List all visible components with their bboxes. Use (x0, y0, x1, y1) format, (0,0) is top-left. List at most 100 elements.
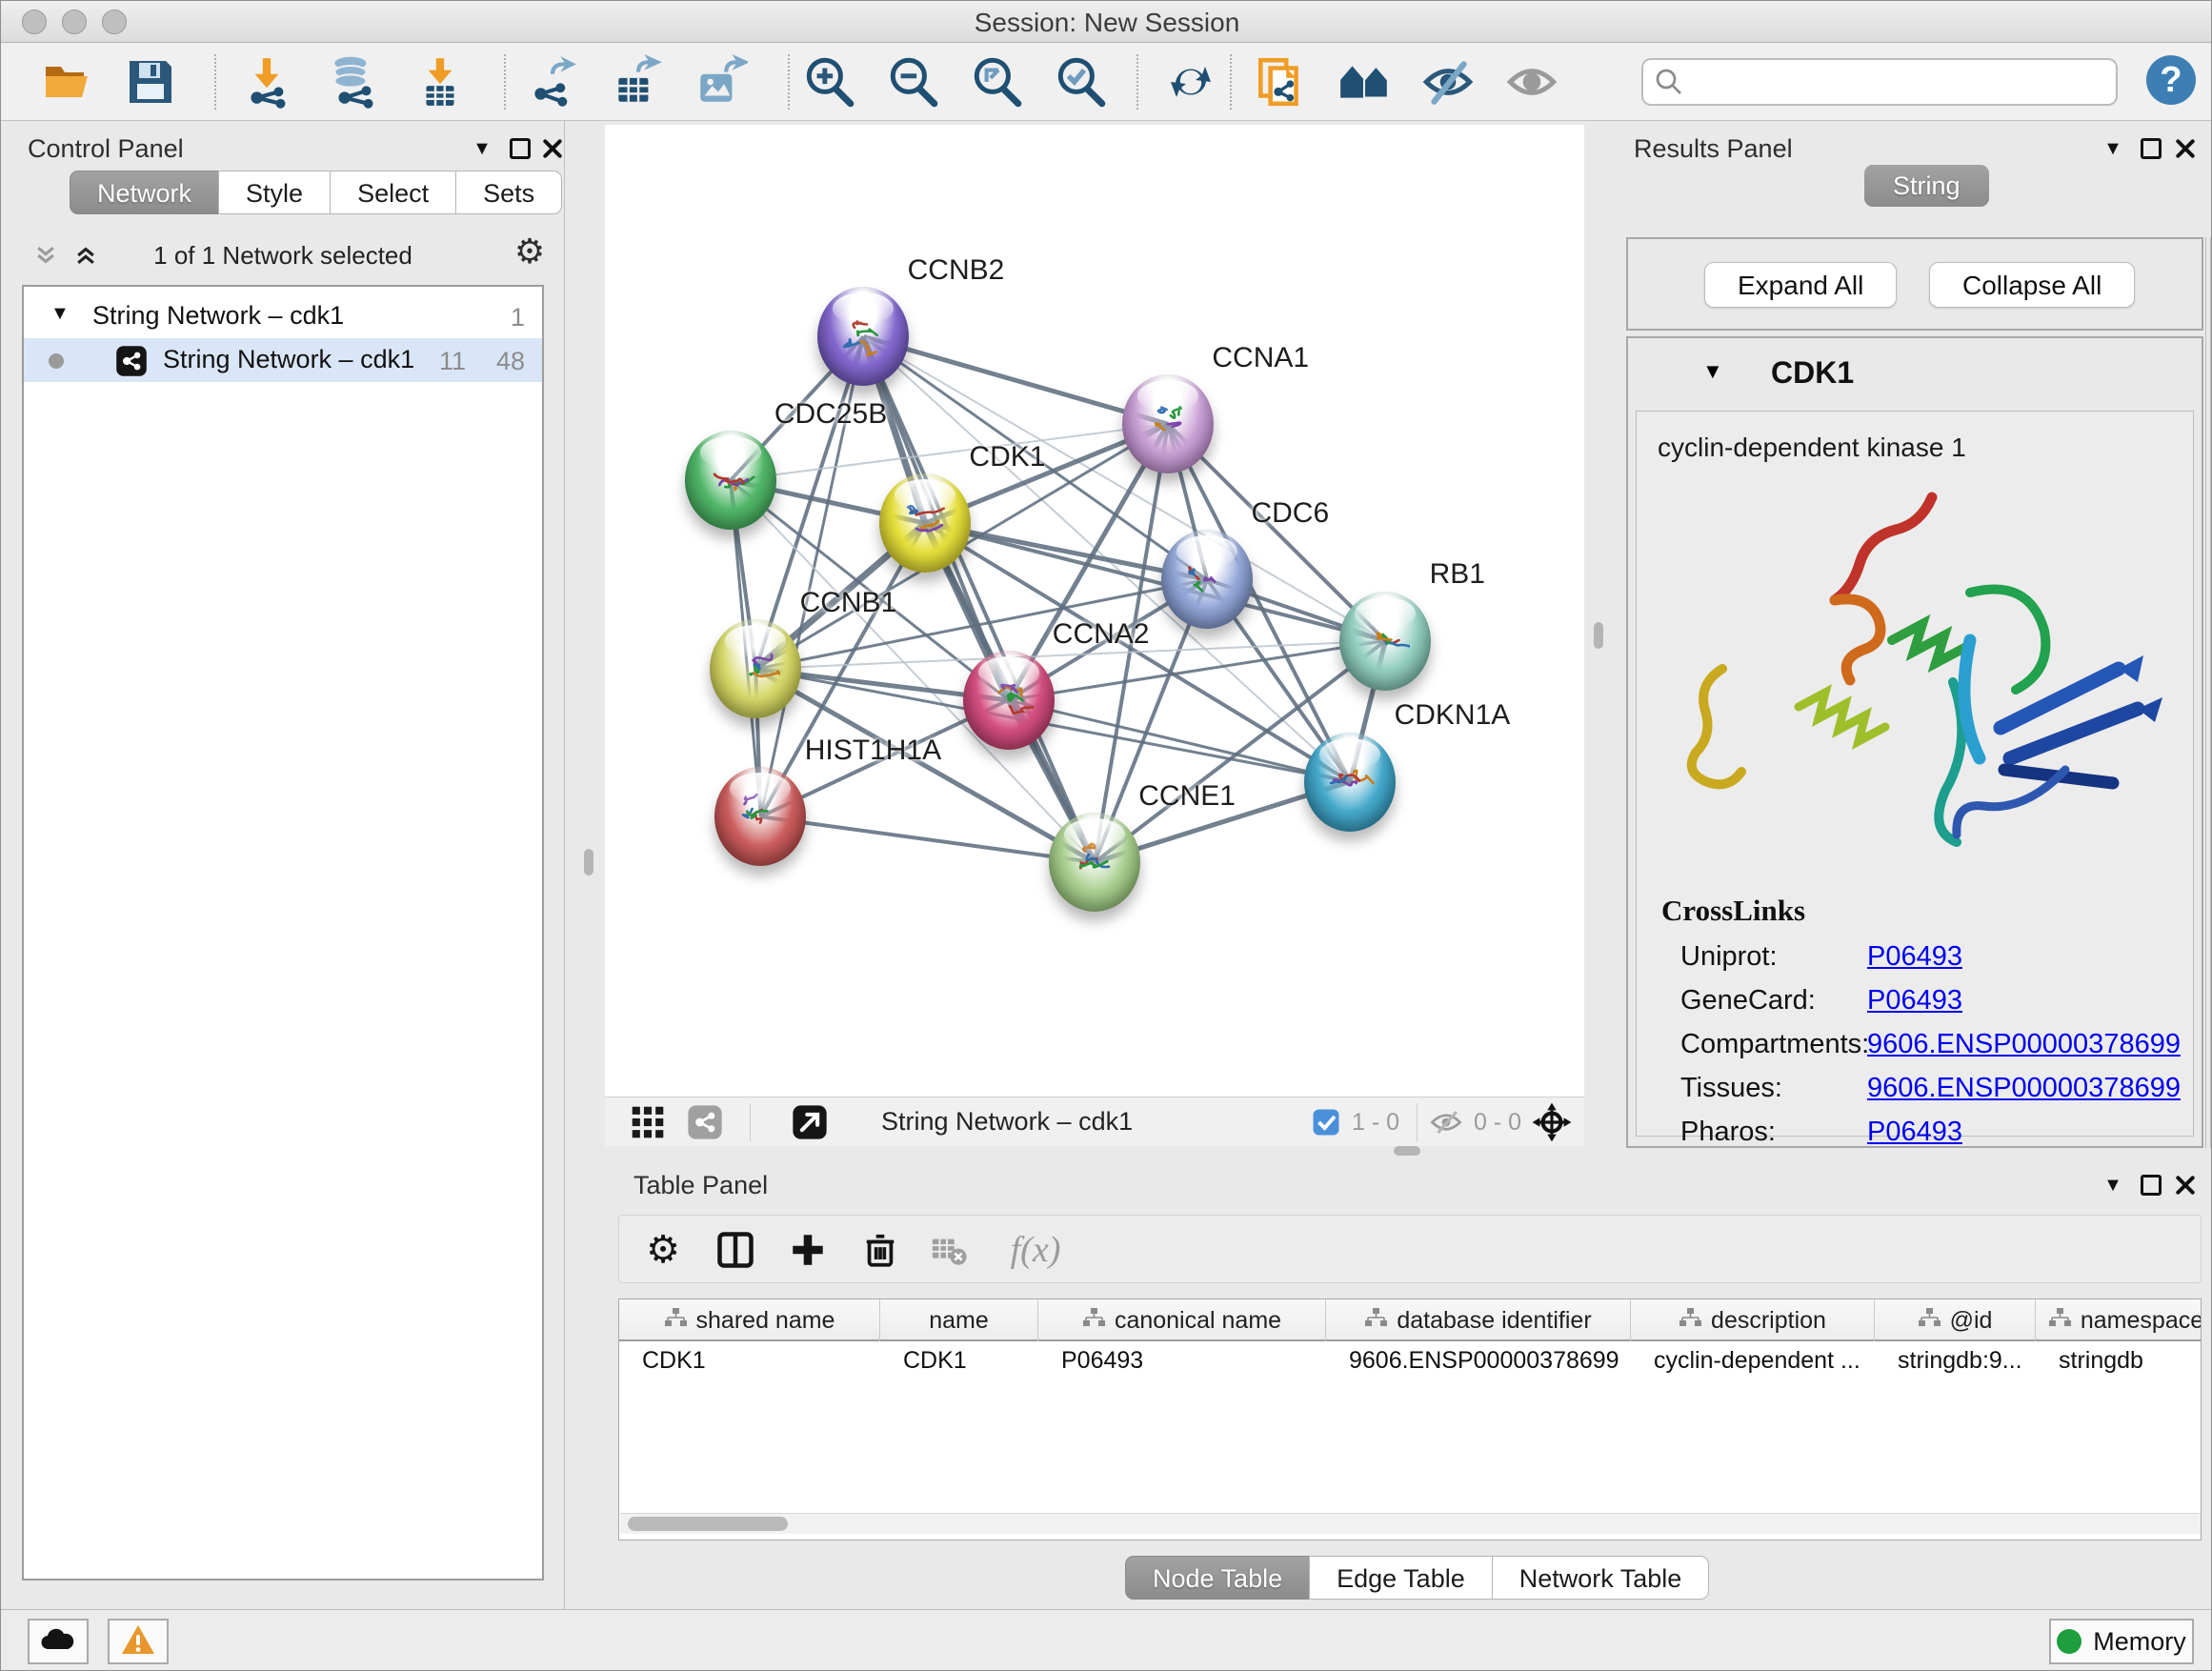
table-options-gear-icon[interactable]: ⚙ (636, 1223, 690, 1277)
selected-checkbox-icon[interactable] (1312, 1108, 1340, 1141)
create-column-plus-icon[interactable] (781, 1223, 835, 1277)
crosslink-link[interactable]: 9606.ENSP00000378699 (1867, 1029, 2181, 1060)
crosslink-link[interactable]: P06493 (1867, 1117, 1962, 1148)
close-panel-icon[interactable] (2169, 1169, 2202, 1201)
network-edge[interactable] (760, 816, 1095, 862)
table-cell[interactable]: stringdb:9... (1875, 1343, 2036, 1381)
network-node-HIST1H1A[interactable] (714, 767, 806, 866)
vertical-splitter-grip[interactable] (584, 849, 593, 876)
network-collection-row[interactable]: ▼ String Network – cdk1 1 (24, 294, 542, 338)
apply-preferred-layout-icon[interactable] (1161, 52, 1220, 111)
export-table-icon[interactable] (607, 52, 666, 111)
crosslink-link[interactable]: P06493 (1867, 941, 1962, 973)
detach-view-icon[interactable] (792, 1104, 828, 1145)
first-neighbors-icon[interactable] (1335, 52, 1394, 111)
table-cell[interactable]: CDK1 (880, 1343, 1038, 1381)
new-network-from-selection-icon[interactable] (1251, 52, 1310, 111)
tab-edge-table[interactable]: Edge Table (1309, 1556, 1493, 1600)
import-network-from-file-icon[interactable] (237, 52, 296, 111)
zoom-fit-icon[interactable] (967, 52, 1026, 111)
tab-node-table[interactable]: Node Table (1125, 1556, 1310, 1600)
tab-style[interactable]: Style (218, 171, 331, 214)
help-icon[interactable]: ? (2146, 55, 2196, 105)
close-panel-icon[interactable] (536, 132, 569, 165)
show-columns-icon[interactable] (709, 1223, 762, 1277)
save-session-icon[interactable] (121, 52, 180, 111)
crosslink-label: GeneCard: (1680, 985, 1816, 1017)
table-cell[interactable]: cyclin-dependent ... (1631, 1343, 1875, 1381)
network-edge[interactable] (863, 336, 1095, 862)
export-network-icon[interactable] (523, 52, 582, 111)
cloud-status-button[interactable] (28, 1619, 89, 1664)
horizontal-scrollbar[interactable] (620, 1513, 2201, 1534)
network-canvas[interactable]: CCNB2CCNA1CDC25BCDK1CDC6RB1CCNB1CCNA2CDK… (605, 125, 1584, 1097)
network-options-gear-icon[interactable]: ⚙ (513, 235, 546, 268)
column-header-database-identifier[interactable]: database identifier (1326, 1299, 1631, 1341)
table-cell[interactable]: 9606.ENSP00000378699 (1326, 1343, 1631, 1381)
network-node-CDK1[interactable] (879, 473, 971, 573)
zoom-out-icon[interactable] (883, 52, 942, 111)
network-node-CCNE1[interactable] (1049, 813, 1140, 912)
import-table-from-file-icon[interactable] (411, 52, 470, 111)
warnings-button[interactable] (108, 1619, 169, 1664)
network-node-CDKN1A[interactable] (1304, 733, 1396, 832)
entry-collapse-icon[interactable]: ▼ (1702, 359, 1723, 384)
network-overview-icon[interactable] (687, 1104, 723, 1145)
close-panel-icon[interactable] (2169, 132, 2202, 165)
tab-network[interactable]: Network (70, 171, 219, 214)
network-row-selected[interactable]: String Network – cdk1 11 48 (24, 338, 542, 382)
open-session-icon[interactable] (37, 52, 96, 111)
network-node-CCNA2[interactable] (963, 651, 1055, 750)
entry-header[interactable]: ▼ CDK1 (1628, 338, 2202, 411)
hidden-eye-icon[interactable] (1430, 1109, 1462, 1140)
float-panel-icon[interactable]: ▼ (466, 132, 498, 165)
table-cell[interactable]: stringdb (2036, 1343, 2202, 1381)
float-panel-icon[interactable]: ▼ (2097, 1169, 2129, 1201)
tab-network-table[interactable]: Network Table (1492, 1556, 1710, 1600)
collapse-all-button[interactable]: Collapse All (1929, 262, 2135, 308)
thumbnail-grid-icon[interactable] (630, 1104, 666, 1145)
collection-expander-icon[interactable]: ▼ (50, 303, 70, 325)
table-cell[interactable]: P06493 (1038, 1343, 1326, 1381)
column-header-@id[interactable]: @id (1875, 1299, 2036, 1341)
maximize-panel-icon[interactable] (2135, 1169, 2167, 1201)
tab-string[interactable]: String (1864, 165, 1989, 207)
column-header-name[interactable]: name (880, 1299, 1038, 1341)
network-node-CDC25B[interactable] (685, 431, 776, 530)
import-network-from-database-icon[interactable] (323, 52, 382, 111)
delete-column-trash-icon[interactable] (854, 1223, 907, 1277)
tab-sets[interactable]: Sets (455, 171, 562, 214)
export-image-icon[interactable] (691, 52, 750, 111)
tab-select[interactable]: Select (330, 171, 456, 214)
zoom-in-icon[interactable] (799, 52, 858, 111)
function-builder-icon[interactable]: f(x) (993, 1223, 1078, 1277)
show-all-icon[interactable] (1502, 52, 1561, 111)
crosslink-link[interactable]: 9606.ENSP00000378699 (1867, 1073, 2181, 1104)
table-cell[interactable]: CDK1 (619, 1343, 880, 1381)
float-panel-icon[interactable]: ▼ (2097, 132, 2129, 165)
expand-all-button[interactable]: Expand All (1704, 262, 1897, 308)
memory-button[interactable]: Memory (2049, 1619, 2194, 1664)
results-scrollbar-track[interactable] (2205, 237, 2211, 1148)
vertical-splitter-grip[interactable] (1594, 622, 1603, 649)
search-input[interactable] (1641, 58, 2118, 106)
scrollbar-thumb[interactable] (628, 1517, 788, 1531)
zoom-selected-icon[interactable] (1051, 52, 1110, 111)
horizontal-splitter-grip[interactable] (1394, 1146, 1420, 1156)
column-header-shared-name[interactable]: shared name (619, 1299, 880, 1341)
column-header-namespace[interactable]: namespace (2036, 1299, 2202, 1341)
maximize-panel-icon[interactable] (504, 132, 536, 165)
table-row[interactable]: CDK1CDK1P064939606.ENSP00000378699cyclin… (619, 1343, 2202, 1381)
network-node-CCNB1[interactable] (710, 619, 801, 718)
network-edge[interactable] (863, 336, 1168, 424)
hide-selected-icon[interactable] (1418, 52, 1478, 111)
column-header-canonical-name[interactable]: canonical name (1038, 1299, 1326, 1341)
delete-table-icon[interactable] (922, 1223, 975, 1277)
column-header-description[interactable]: description (1631, 1299, 1875, 1341)
crosslink-link[interactable]: P06493 (1867, 985, 1962, 1017)
maximize-panel-icon[interactable] (2135, 132, 2167, 165)
network-node-RB1[interactable] (1339, 592, 1431, 691)
network-node-CCNA1[interactable] (1122, 374, 1214, 473)
network-node-CDC6[interactable] (1161, 530, 1253, 629)
birds-eye-navigator-icon[interactable] (1531, 1101, 1573, 1148)
